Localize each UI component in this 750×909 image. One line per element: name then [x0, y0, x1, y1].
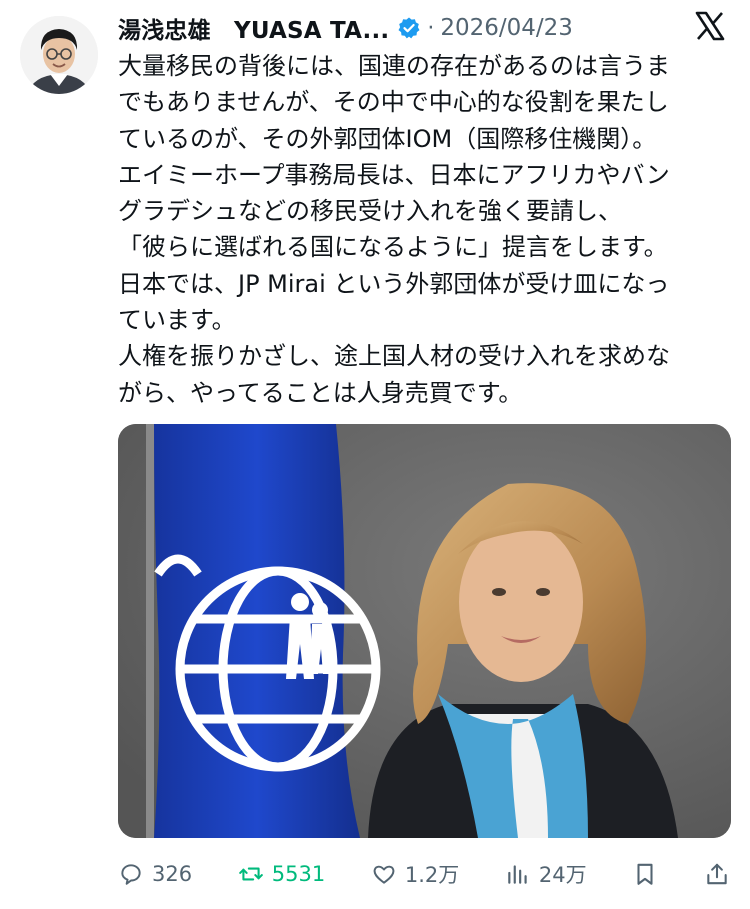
retweet-button[interactable]: 5531 [238, 861, 325, 887]
x-logo-icon [695, 11, 725, 41]
like-button[interactable]: 1.2万 [371, 859, 459, 889]
tweet-text-line: ています。 [118, 306, 236, 335]
tweet-header: 湯浅忠雄 YUASA TA... · 2026/04/23 [118, 8, 726, 48]
tweet-text-line: 大量移民の背後には、国連の存在があるのは言うま [118, 52, 670, 80]
reply-icon [121, 864, 141, 885]
tweet-text-line: エイミーホープ事務局長は、日本にアフリカやバン [118, 160, 670, 189]
views-button[interactable]: 24万 [505, 859, 587, 889]
tweet-text-line: 人権を振りかざし、途上国人材の受け入れを求めな [118, 342, 670, 371]
retweet-icon [238, 867, 263, 881]
action-bar: 326 5531 1.2万 24万 [118, 852, 730, 896]
tweet-text: 大量移民の背後には、国連の存在があるのは言うま でもありませんが、その中で中心的… [118, 48, 738, 411]
share-button[interactable] [704, 861, 730, 887]
bookmark-icon [637, 863, 653, 885]
retweet-count: 5531 [271, 862, 326, 886]
bookmark-button[interactable] [632, 861, 658, 887]
tweet-text-line: グラデシュなどの移民受け入れを強く要請し、 [118, 197, 622, 226]
reply-count: 326 [152, 862, 193, 886]
tweet-media-image[interactable] [118, 424, 731, 838]
tweet-text-line: 日本では、JP Mirai という外郭団体が受け皿になっ [118, 269, 670, 298]
like-count: 1.2万 [404, 863, 460, 887]
tweet-text-line: でもありませんが、その中で中心的な役割を果たし [118, 88, 669, 117]
portrait-photo [118, 424, 731, 838]
avatar-image [20, 16, 98, 94]
views-chart-icon [508, 865, 527, 884]
verified-badge-icon [398, 17, 420, 39]
author-name[interactable]: 湯浅忠雄 YUASA TA... [118, 11, 389, 45]
tweet-text-line: がら、やってることは人身売買です。 [118, 378, 523, 407]
avatar[interactable] [20, 16, 98, 94]
tweet-date[interactable]: 2026/04/23 [440, 15, 573, 41]
reply-button[interactable]: 326 [118, 861, 192, 887]
view-count: 24万 [538, 863, 587, 887]
share-icon [707, 863, 727, 885]
heart-icon [373, 865, 395, 884]
header-separator: · [427, 15, 435, 41]
tweet-text-line: ているのが、その外郭団体IOM（国際移住機関）。 [118, 124, 657, 153]
tweet-text-line: 「彼らに選ばれる国になるように」提言をします。 [118, 233, 668, 262]
